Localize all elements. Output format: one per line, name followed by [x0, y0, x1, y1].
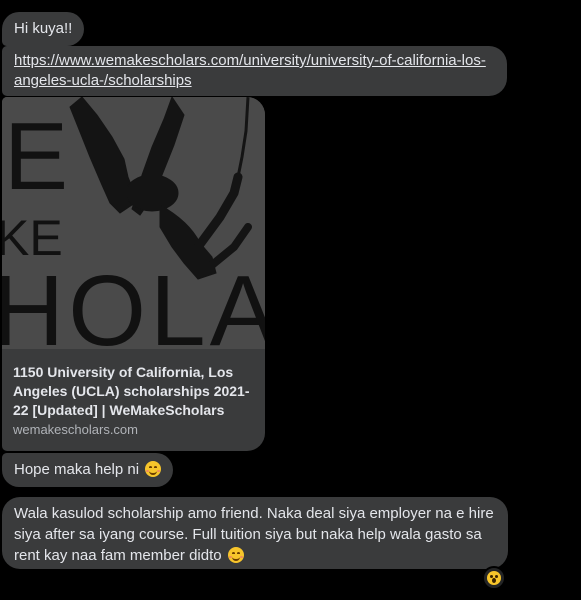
message-link-line-1: https://www.wemakescholars.com/universit…	[14, 52, 486, 69]
message-bubble-greeting[interactable]: Hi kuya!!	[2, 12, 85, 46]
message-bubble-hope[interactable]: Hope maka help ni	[2, 453, 174, 487]
smiling-face-icon	[145, 461, 162, 477]
logo-letters-holar: HOLAR	[2, 255, 265, 349]
link-preview-domain: wemakescholars.com	[13, 422, 138, 437]
message-text-line-1: Wala kasulod scholarship amo friend. Nak…	[14, 505, 494, 522]
message-text-line-3: rent kay naa fam member didto	[14, 547, 222, 564]
message-text: Hi kuya!!	[14, 20, 73, 37]
link-preview-image: E KE HOLAR	[2, 97, 265, 349]
surprised-face-icon	[487, 571, 501, 585]
link-preview-title[interactable]: 1150 University of California, Los Angel…	[13, 363, 258, 420]
message-reaction[interactable]	[482, 566, 506, 590]
message-link[interactable]: https://www.wemakescholars.com/universit…	[14, 52, 486, 89]
link-preview-card[interactable]: E KE HOLAR 1150 University of California…	[2, 97, 265, 451]
message-text: Hope maka help ni	[14, 461, 140, 478]
message-link-line-2: angeles-ucla-/scholarships	[14, 72, 192, 89]
logo-letter-e: E	[4, 103, 68, 210]
smiling-face-icon	[227, 547, 244, 563]
message-bubble-wala[interactable]: Wala kasulod scholarship amo friend. Nak…	[2, 497, 508, 569]
message-bubble-link[interactable]: https://www.wemakescholars.com/universit…	[2, 46, 507, 96]
message-text-line-2: siya after sa iyang course. Full tuition…	[14, 526, 482, 543]
